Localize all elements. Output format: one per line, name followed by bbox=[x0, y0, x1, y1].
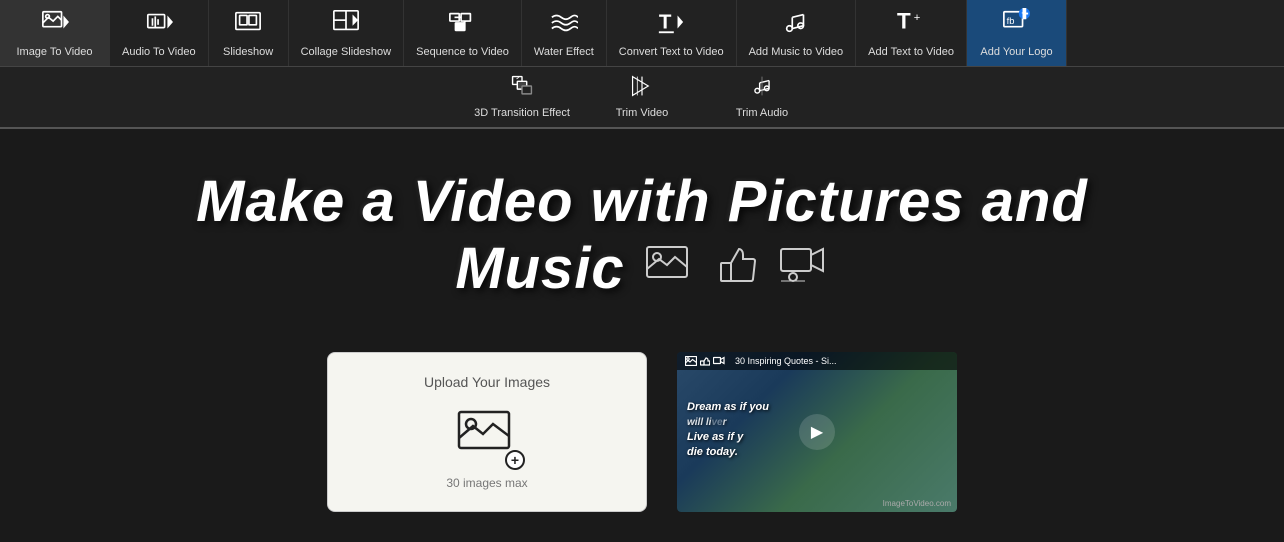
nav-label-trim-video: Trim Video bbox=[616, 107, 669, 119]
sequence-to-video-icon bbox=[448, 8, 476, 42]
trim-video-icon bbox=[631, 75, 653, 103]
svg-text:fb: fb bbox=[1007, 16, 1015, 26]
audio-to-video-icon bbox=[145, 8, 173, 42]
nav-label-slideshow: Slideshow bbox=[223, 46, 273, 58]
video-branding: ImageToVideo.com bbox=[883, 499, 951, 508]
nav-label-add-music-to-video: Add Music to Video bbox=[749, 46, 844, 58]
nav-label-audio-to-video: Audio To Video bbox=[122, 46, 196, 58]
nav-item-3d-transition[interactable]: 3D Transition Effect bbox=[462, 67, 582, 129]
3d-transition-icon bbox=[511, 75, 533, 103]
trim-audio-icon bbox=[751, 75, 773, 103]
add-music-to-video-icon bbox=[782, 8, 810, 42]
nav-item-add-text-to-video[interactable]: T+ Add Text to Video bbox=[856, 0, 967, 66]
upload-plus-icon: + bbox=[505, 450, 525, 470]
hero-image-icon bbox=[645, 243, 695, 295]
convert-text-to-video-icon: T bbox=[657, 8, 685, 42]
upload-icon-wrap: + bbox=[457, 406, 517, 466]
hero-thumbs-up-icon bbox=[715, 241, 759, 297]
nav-label-add-your-logo: Add Your Logo bbox=[980, 46, 1052, 58]
add-text-to-video-icon: T+ bbox=[897, 8, 925, 42]
hero-title-line2-text: Music bbox=[455, 236, 624, 303]
play-button[interactable]: ▶ bbox=[799, 414, 835, 450]
hero-video-icon bbox=[779, 241, 829, 297]
nav-item-slideshow[interactable]: Slideshow bbox=[209, 0, 289, 66]
video-title: 30 Inspiring Quotes - Si... bbox=[735, 356, 837, 366]
video-top-bar: 30 Inspiring Quotes - Si... bbox=[677, 352, 957, 370]
upload-label: Upload Your Images bbox=[424, 374, 550, 390]
nav-label-trim-audio: Trim Audio bbox=[736, 107, 788, 119]
second-nav: 3D Transition Effect Trim Video Trim Aud… bbox=[0, 67, 1284, 129]
hero-title: Make a Video with Pictures and Music bbox=[60, 169, 1224, 302]
slideshow-icon bbox=[234, 8, 262, 42]
nav-item-trim-audio[interactable]: Trim Audio bbox=[702, 67, 822, 129]
collage-slideshow-icon bbox=[332, 8, 360, 42]
svg-text:T: T bbox=[897, 9, 911, 34]
nav-label-sequence-to-video: Sequence to Video bbox=[416, 46, 509, 58]
video-icons-row bbox=[685, 356, 725, 366]
nav-label-collage-slideshow: Collage Slideshow bbox=[301, 46, 392, 58]
hero-title-line1: Make a Video with Pictures and bbox=[196, 169, 1088, 234]
nav-item-convert-text-to-video[interactable]: T Convert Text to Video bbox=[607, 0, 737, 66]
nav-item-water-effect[interactable]: Water Effect bbox=[522, 0, 607, 66]
nav-label-add-text-to-video: Add Text to Video bbox=[868, 46, 954, 58]
upload-limit: 30 images max bbox=[446, 476, 527, 490]
nav-item-add-music-to-video[interactable]: Add Music to Video bbox=[737, 0, 857, 66]
nav-item-trim-video[interactable]: Trim Video bbox=[582, 67, 702, 129]
nav-label-water-effect: Water Effect bbox=[534, 46, 594, 58]
video-preview[interactable]: 30 Inspiring Quotes - Si... Dream as if … bbox=[677, 352, 957, 512]
content-area: Upload Your Images + 30 images max bbox=[0, 352, 1284, 542]
svg-text:+: + bbox=[914, 12, 921, 24]
water-effect-icon bbox=[550, 8, 578, 42]
upload-box[interactable]: Upload Your Images + 30 images max bbox=[327, 352, 647, 512]
hero-section: Make a Video with Pictures and Music bbox=[0, 129, 1284, 352]
top-nav: Image To Video Audio To Video Slideshow … bbox=[0, 0, 1284, 67]
nav-item-image-to-video[interactable]: Image To Video bbox=[0, 0, 110, 66]
nav-item-audio-to-video[interactable]: Audio To Video bbox=[110, 0, 209, 66]
nav-item-collage-slideshow[interactable]: Collage Slideshow bbox=[289, 0, 405, 66]
nav-label-3d-transition: 3D Transition Effect bbox=[474, 107, 570, 119]
nav-label-convert-text-to-video: Convert Text to Video bbox=[619, 46, 724, 58]
svg-text:T: T bbox=[659, 11, 672, 34]
add-your-logo-icon: fbf bbox=[1002, 8, 1030, 42]
nav-label-image-to-video: Image To Video bbox=[16, 46, 92, 58]
image-to-video-icon bbox=[41, 8, 69, 42]
nav-item-sequence-to-video[interactable]: Sequence to Video bbox=[404, 0, 522, 66]
nav-item-add-your-logo[interactable]: fbf Add Your Logo bbox=[967, 0, 1067, 66]
